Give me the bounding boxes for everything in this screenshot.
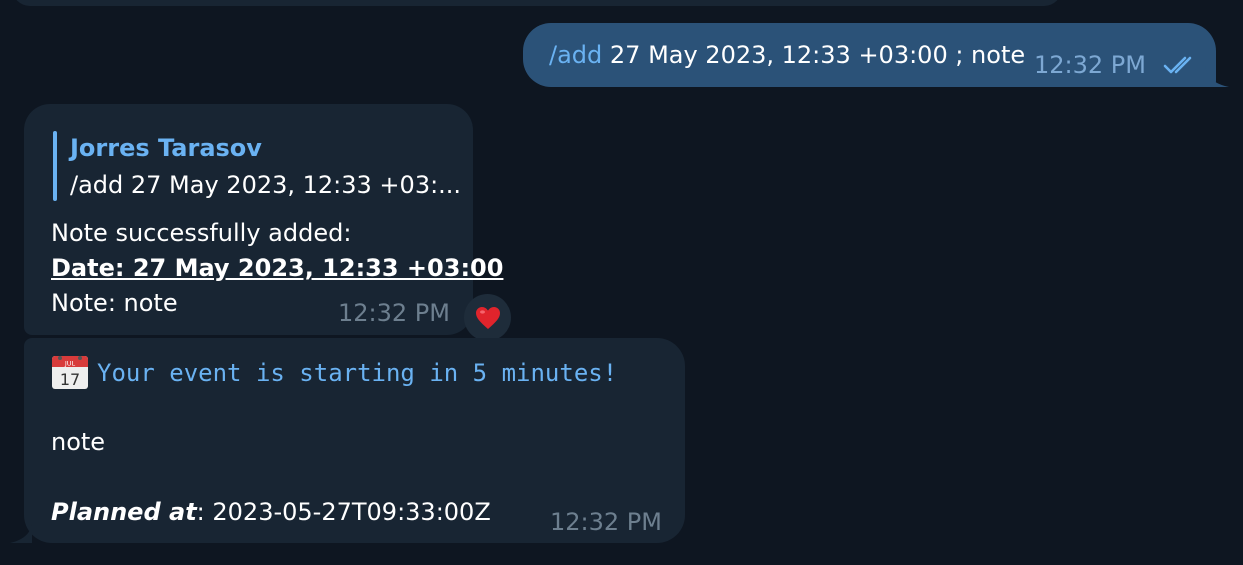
message-time: 12:32 PM [550,508,662,536]
message-line: Note: note [51,289,178,317]
outgoing-message-body: 27 May 2023, 12:33 +03:00 ; note [602,41,1026,69]
heart-reaction-badge[interactable] [464,294,511,341]
previous-message-bubble [12,0,1062,6]
calendar-month: JUL [64,360,76,368]
reply-snippet[interactable]: /add 27 May 2023, 12:33 +03:... [70,168,461,202]
outgoing-bubble-tail [1205,66,1229,87]
outgoing-message-text: /add 27 May 2023, 12:33 +03:00 ; note [549,38,1025,72]
message-line: Note successfully added: [51,219,352,247]
message-time: 12:32 PM [1034,51,1146,79]
event-reminder-headline: Your event is starting in 5 minutes! [97,359,618,387]
incoming-bubble-tail [10,524,32,543]
double-check-icon [1163,56,1192,74]
planned-at-line: Planned at: 2023-05-27T09:33:00Z [51,495,491,529]
calendar-icon: JUL 17 [52,356,88,389]
planned-at-label: Planned at [51,498,197,526]
event-note: note [51,428,106,456]
reply-author-name[interactable]: Jorres Tarasov [70,131,262,165]
calendar-day: 17 [60,370,80,389]
planned-at-value: : 2023-05-27T09:33:00Z [196,498,491,526]
heart-icon [475,306,500,329]
date-link[interactable]: Date: 27 May 2023, 12:33 +03:00 [51,251,503,285]
reply-quote-bar [53,131,57,201]
message-time: 12:32 PM [338,299,450,327]
bot-command-link[interactable]: /add [549,41,602,69]
